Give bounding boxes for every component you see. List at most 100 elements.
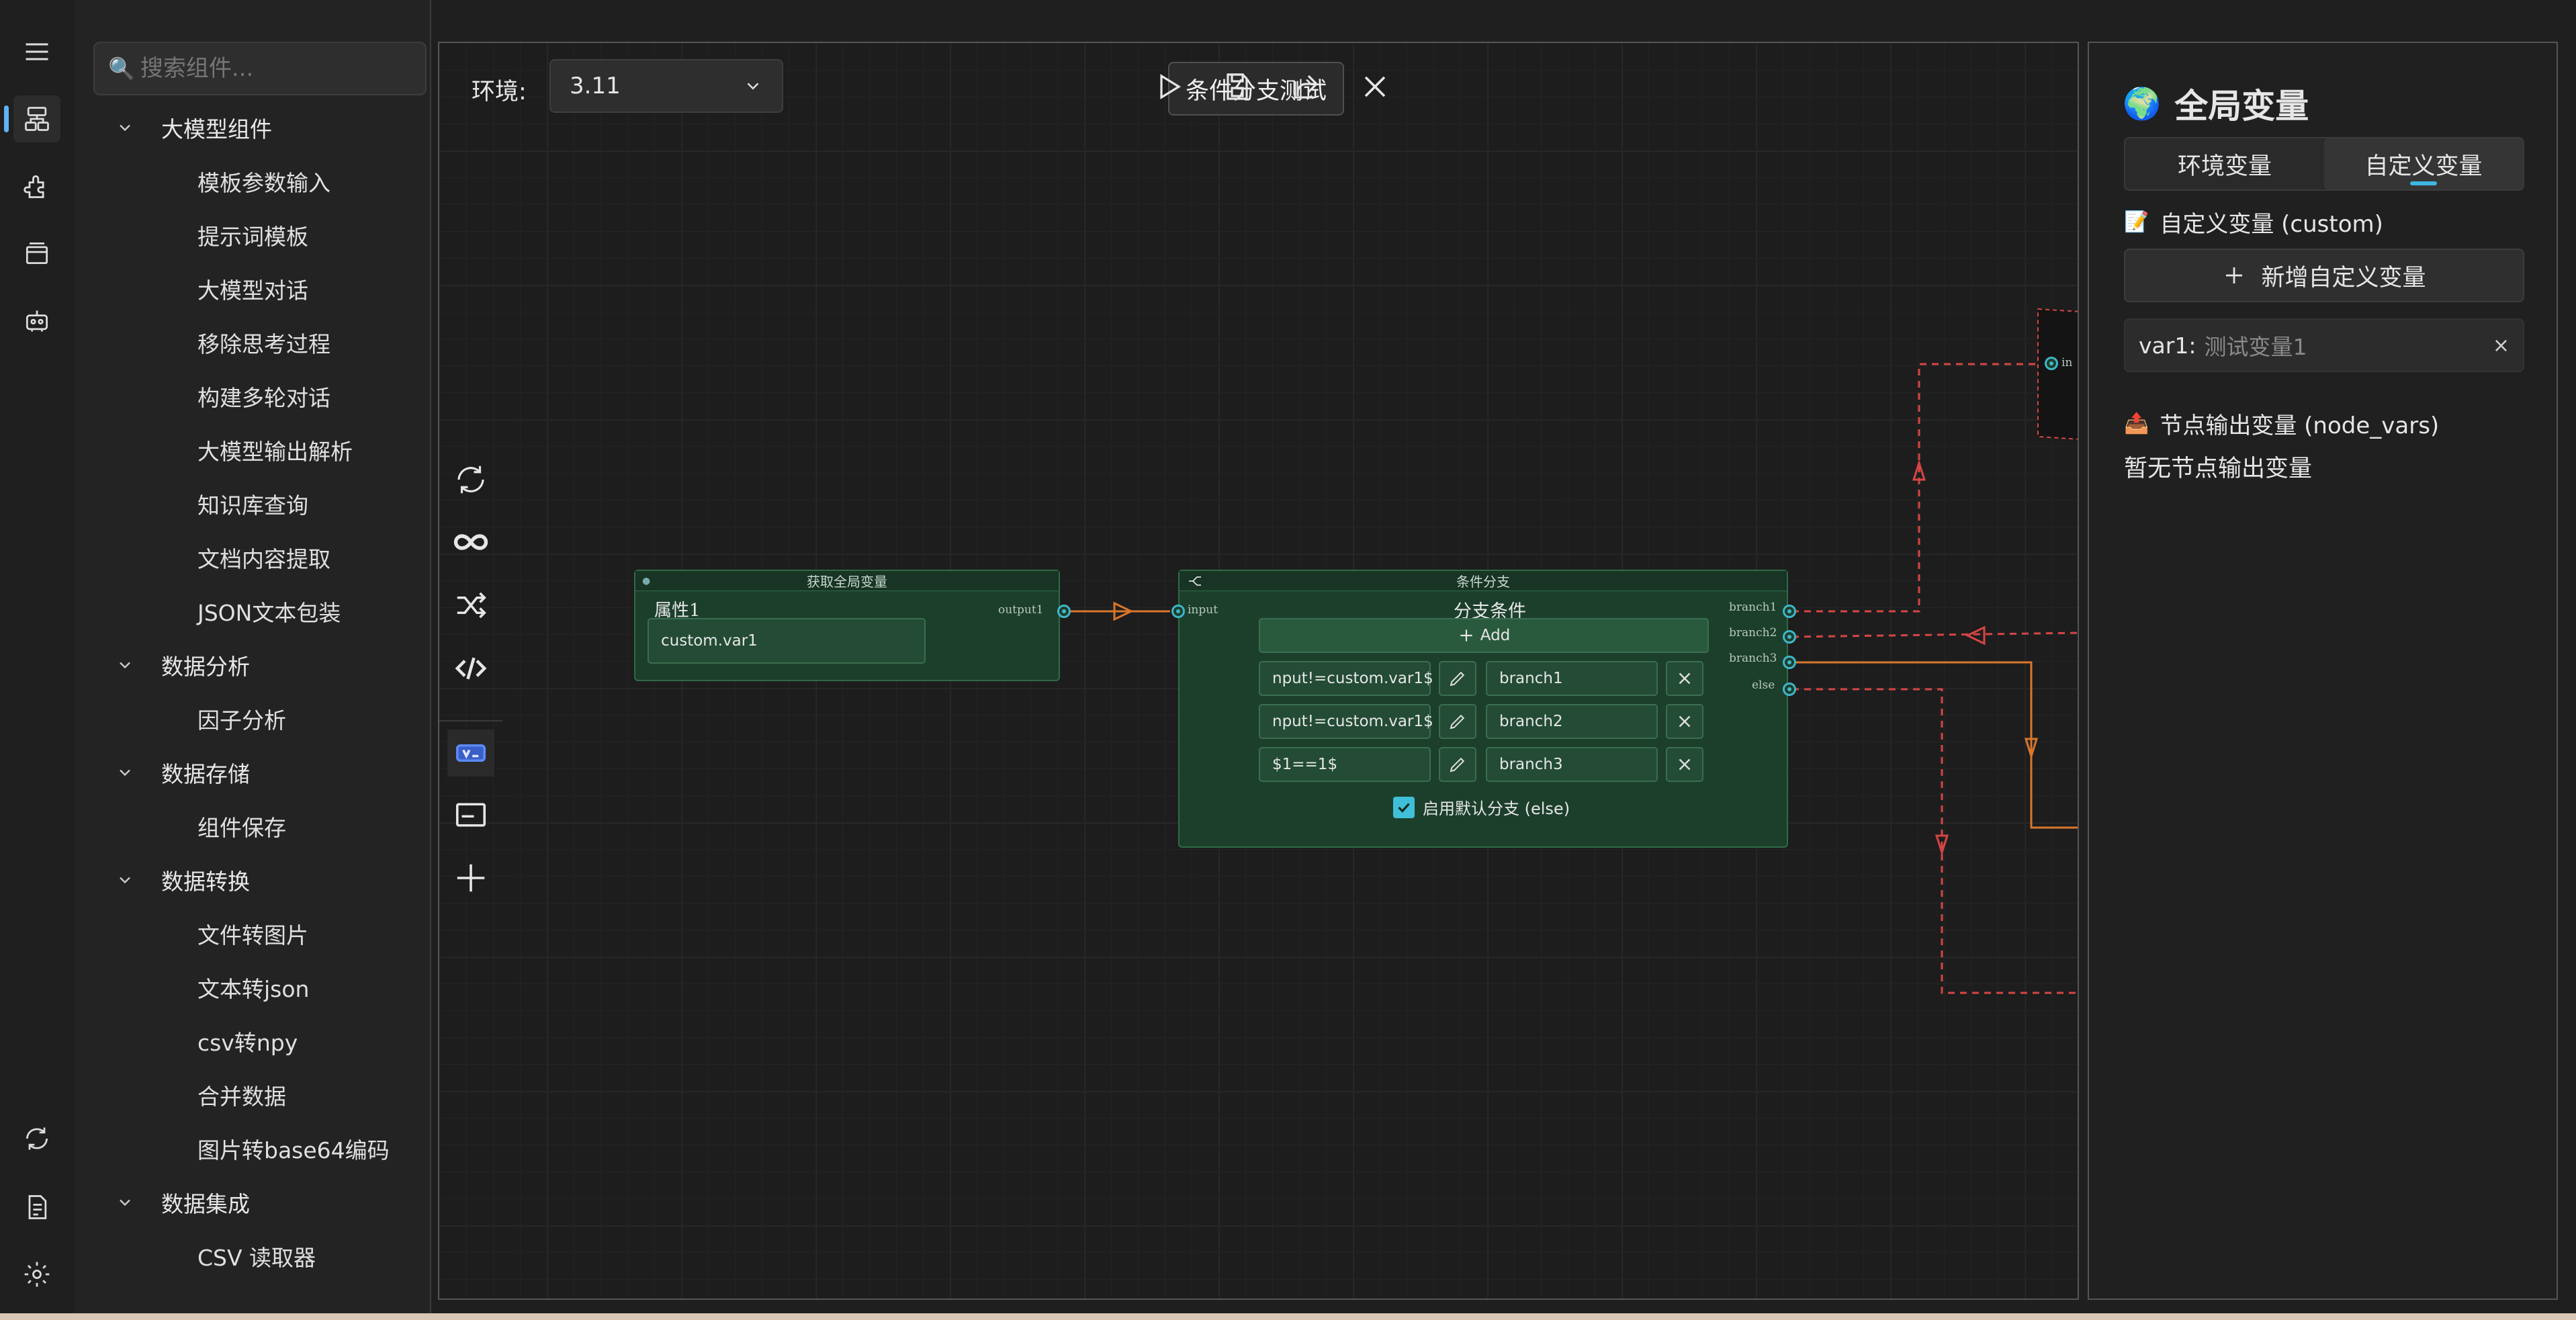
branch2-port[interactable] [1783,630,1796,644]
delete-condition-button[interactable] [1666,704,1703,739]
tree-item[interactable]: 文件转图片 [197,907,308,961]
branch-name-2[interactable]: branch2 [1486,704,1658,739]
prop-value-field[interactable]: custom.var1 [648,618,926,664]
component-sidebar: 🔍 大模型组件 模板参数输入 提示词模板 大模型对话 移除思考过程 构建多轮对话… [75,0,497,1320]
tree-item[interactable]: 知识库查询 [197,477,308,531]
tab-env-vars[interactable]: 环境变量 [2125,138,2324,189]
add-node-button[interactable] [447,854,494,901]
branch-icon [1189,576,1201,586]
delete-condition-button[interactable] [1666,661,1703,696]
edit-condition-button[interactable] [1439,747,1476,782]
edit-condition-button[interactable] [1439,704,1476,739]
tree-group-label: 数据转换 [161,869,250,895]
remove-variable-icon[interactable]: × [2493,334,2510,357]
code-node-button[interactable] [447,645,494,692]
tab-custom-vars[interactable]: 自定义变量 [2324,138,2523,189]
infinite-node-button[interactable] [447,519,494,566]
tree-item[interactable]: 提示词模板 [197,208,308,262]
node-header: 条件分支 [1180,571,1787,591]
share-button[interactable] [1282,63,1329,110]
tree-group-llm[interactable]: 大模型组件 [116,101,272,155]
checkbox[interactable] [1393,796,1415,818]
tree-item[interactable]: CSV 读取器 [197,1229,316,1283]
else-port[interactable] [1783,683,1796,696]
tree-item[interactable]: 构建多轮对话 [197,369,330,423]
branch-name-3[interactable]: branch3 [1486,747,1658,782]
delete-condition-button[interactable] [1666,747,1703,782]
tree-group-transform[interactable]: 数据转换 [116,853,250,907]
tree-group-analysis[interactable]: 数据分析 [116,638,250,692]
node-title: 条件分支 [1456,574,1510,590]
log-icon[interactable] [13,1184,60,1231]
search-box[interactable]: 🔍 [93,42,427,95]
condition-expr-3[interactable]: $1==1$ [1259,747,1431,782]
search-input[interactable] [140,55,425,82]
save-button[interactable] [1214,63,1261,110]
chevron-down-icon [120,1199,130,1206]
node-conditional-branch[interactable]: 条件分支 input 分支条件 Add nput!=custom.var1$ b… [1178,570,1788,848]
plugin-icon[interactable] [13,163,60,210]
tree-item[interactable]: 图片转base64编码 [197,1122,390,1176]
offscreen-port-label: in [2061,356,2073,369]
component-tree: 大模型组件 模板参数输入 提示词模板 大模型对话 移除思考过程 构建多轮对话 大… [75,101,418,1320]
workflow-icon[interactable] [13,95,60,142]
close-icon [1364,76,1386,97]
offscreen-input-port[interactable] [2045,357,2058,370]
tree-item[interactable]: 文档内容提取 [197,531,330,584]
robot-icon[interactable] [13,297,60,344]
run-button[interactable] [1145,63,1192,110]
branch-name-1[interactable]: branch1 [1486,661,1658,696]
globe-icon: 🌍 [2123,85,2162,122]
tree-item[interactable]: 合并数据 [197,1068,286,1122]
add-condition-button[interactable]: Add [1259,618,1709,653]
input-port[interactable] [1171,605,1185,618]
terminal-icon [455,803,486,827]
tree-item[interactable]: 文本转json [197,961,309,1014]
sync-icon[interactable] [13,1115,60,1162]
shuffle-icon [457,592,486,619]
tree-item[interactable]: csv转npy [197,1014,298,1068]
toolbar-divider [439,720,502,721]
output-port[interactable] [1057,605,1071,618]
tree-item[interactable]: 移除思考过程 [197,316,330,369]
save-icon [1227,73,1248,100]
link-branch3-arrow [2024,738,2039,760]
settings-icon[interactable] [13,1251,60,1298]
tree-item[interactable]: 大模型输出解析 [197,423,353,477]
condition-expr-2[interactable]: nput!=custom.var1$ [1259,704,1433,739]
default-branch-toggle[interactable]: 启用默认分支 (else) [1393,795,1570,819]
flow-canvas[interactable]: 环境: 3.11 条件分支测试 in ● 获取全局变量 属性1 custom.v… [438,42,2079,1300]
terminal-node-button[interactable] [447,791,494,838]
node-get-global-var[interactable]: ● 获取全局变量 属性1 custom.var1 output1 [634,570,1060,681]
output-port-label: branch2 [1729,626,1777,640]
condition-expr-1[interactable]: nput!=custom.var1$ [1259,661,1433,696]
close-icon [1679,715,1691,728]
close-button[interactable] [1351,63,1398,110]
variable-tabs: 环境变量 自定义变量 [2124,137,2524,191]
plus-icon [2226,267,2243,283]
add-label: Add [1480,627,1511,644]
bottom-edge [0,1313,2576,1320]
tree-item[interactable]: 大模型对话 [197,262,308,316]
tree-item[interactable]: 模板参数输入 [197,155,330,208]
edit-condition-button[interactable] [1439,661,1476,696]
menu-icon[interactable] [13,28,60,75]
add-custom-variable-button[interactable]: 新增自定义变量 [2124,249,2524,302]
variable-node-button[interactable] [447,730,494,777]
variable-value[interactable]: 测试变量1 [2204,329,2492,361]
branch3-port[interactable] [1783,656,1796,669]
variable-row[interactable]: var1: 测试变量1 × [2124,318,2524,372]
tree-group-storage[interactable]: 数据存储 [116,746,250,799]
tree-group-integration[interactable]: 数据集成 [116,1176,250,1229]
loop-node-button[interactable] [447,456,494,503]
branch1-port[interactable] [1783,605,1796,618]
tree-item[interactable]: 组件保存 [197,799,286,853]
tree-item[interactable]: JSON文本包装 [197,584,341,638]
tree-item[interactable]: 因子分析 [197,692,286,746]
env-select[interactable]: 3.11 [549,59,783,113]
plus-icon [1460,629,1472,642]
chevron-down-icon [120,124,130,132]
gallery-icon[interactable] [13,230,60,277]
link-branch3 [1792,661,2078,829]
branch-node-button[interactable] [447,582,494,629]
